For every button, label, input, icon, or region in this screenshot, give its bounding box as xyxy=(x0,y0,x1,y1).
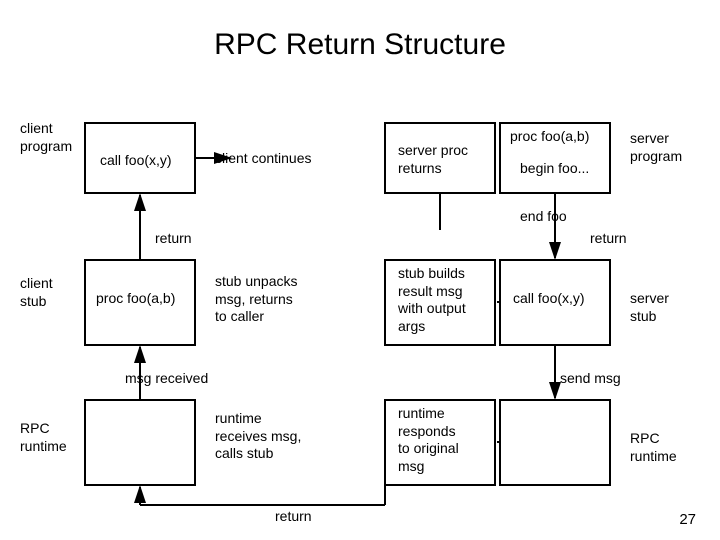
label-end-foo: end foo xyxy=(520,208,567,226)
label-send-msg: send msg xyxy=(560,370,621,388)
label-return-bottom: return xyxy=(275,508,312,526)
label-rpc-runtime-left: RPC runtime xyxy=(20,420,67,455)
page-number: 27 xyxy=(679,511,696,528)
label-call-foo-xy-right: call foo(x,y) xyxy=(513,290,585,308)
label-proc-foo-ab-left: proc foo(a,b) xyxy=(96,290,175,308)
label-runtime-responds: runtime responds to original msg xyxy=(398,405,459,475)
label-stub-unpacks: stub unpacks msg, returns to caller xyxy=(215,273,298,326)
label-client-program: client program xyxy=(20,120,72,155)
label-rpc-runtime-right: RPC runtime xyxy=(630,430,677,465)
label-begin-foo: begin foo... xyxy=(520,160,589,178)
diagram-container: client program server program client stu… xyxy=(0,0,720,540)
diagram-svg xyxy=(0,0,720,540)
label-server-proc-returns: server proc returns xyxy=(398,142,468,177)
label-proc-foo-ab-top: proc foo(a,b) xyxy=(510,128,589,146)
label-client-stub: client stub xyxy=(20,275,53,310)
label-client-continues: client continues xyxy=(215,150,312,168)
label-return-left: return xyxy=(155,230,192,248)
label-return-right: return xyxy=(590,230,627,248)
label-msg-received: msg received xyxy=(125,370,208,388)
label-runtime-receives: runtime receives msg, calls stub xyxy=(215,410,301,463)
label-server-stub: server stub xyxy=(630,290,669,325)
label-call-foo-xy: call foo(x,y) xyxy=(100,152,172,170)
label-server-program: server program xyxy=(630,130,682,165)
label-stub-builds: stub builds result msg with output args xyxy=(398,265,466,335)
